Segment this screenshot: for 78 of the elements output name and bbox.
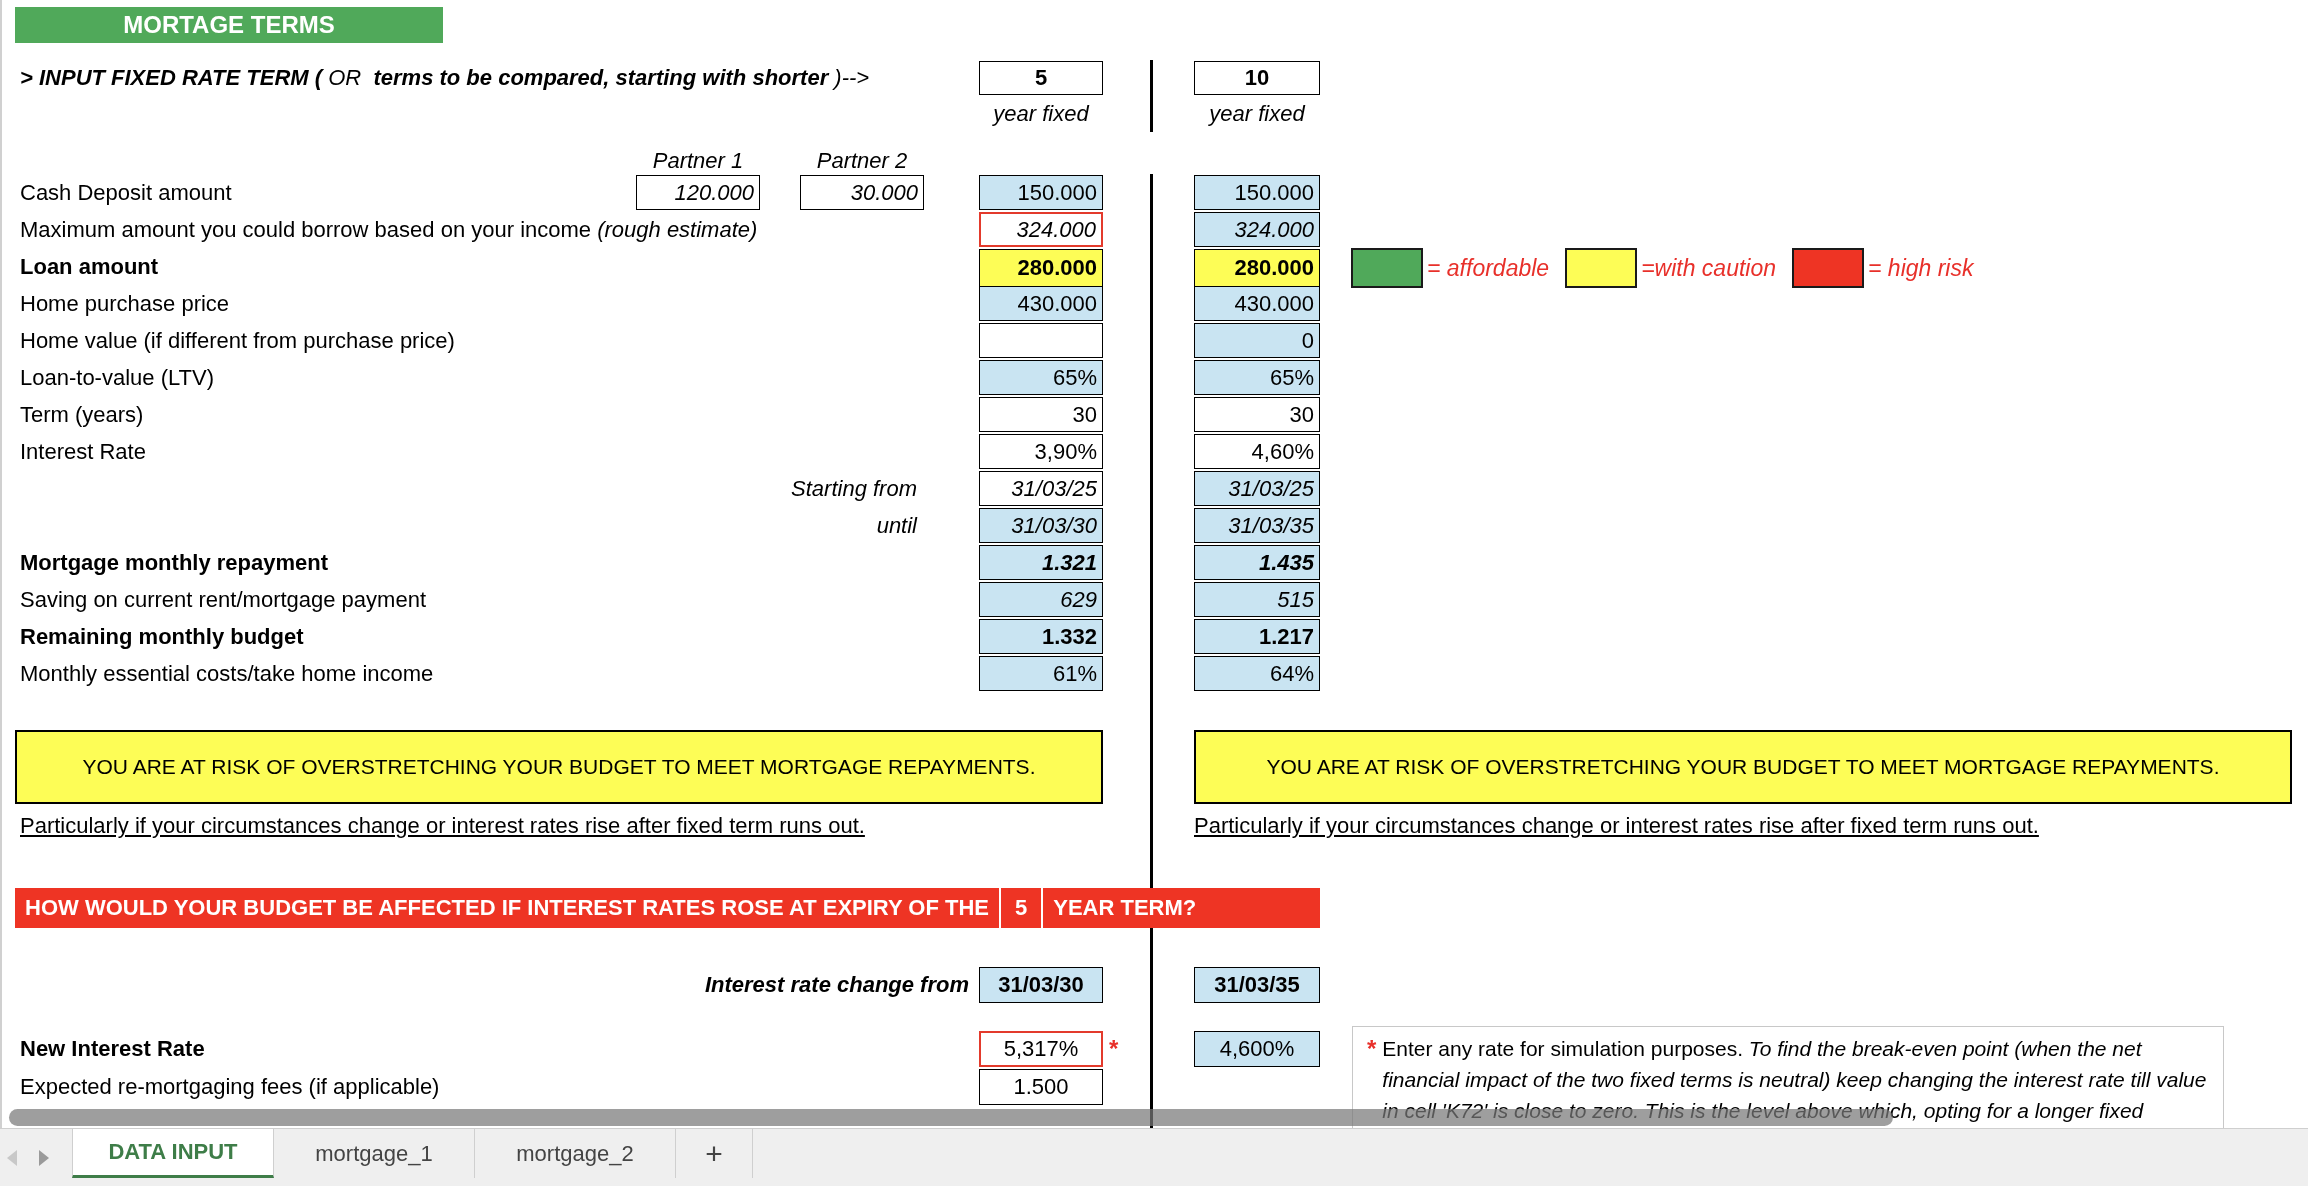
previous-sheet-icon[interactable] — [6, 1149, 18, 1166]
input-cell[interactable]: 31/03/25 — [979, 471, 1103, 506]
value-cell[interactable]: 324.000 — [979, 212, 1103, 247]
sheet-tab[interactable]: mortgage_2 — [475, 1129, 676, 1178]
legend-label: = high risk — [1868, 254, 1974, 282]
value-cell: 31/03/25 — [1194, 471, 1320, 506]
value-cell: 1.321 — [979, 545, 1103, 580]
row-label: Mortgage monthly repayment — [20, 549, 330, 577]
heading-text: HOW WOULD YOUR BUDGET BE AFFECTED IF INTEREST RATES ROSE AT EXPIRY OF THE — [24, 894, 990, 922]
value-cell: 430.000 — [979, 286, 1103, 321]
input-cell[interactable]: 30 — [1194, 397, 1320, 432]
input-cell[interactable] — [979, 323, 1103, 358]
row-label: Starting from — [790, 475, 918, 503]
asterisk-mark: * — [1367, 1034, 1377, 1064]
row-label: until — [875, 512, 919, 540]
value-cell: 280.000 — [979, 249, 1103, 287]
value-cell: 65% — [1194, 360, 1320, 395]
row-label: Cash Deposit amount — [20, 179, 233, 207]
value-cell: 31/03/35 — [1194, 967, 1320, 1003]
note-link[interactable]: Particularly if your circumstances change or interest rates rise after fixed term runs out. — [20, 813, 865, 839]
warning-banner: YOU ARE AT RISK OF OVERSTRETCHING YOUR BUDGET TO MEET MORTGAGE REPAYMENTS. — [1194, 730, 2292, 804]
value-cell: 1.217 — [1194, 619, 1320, 654]
column-label: Partner 1 — [651, 148, 745, 174]
heading-term: 5 — [998, 888, 1044, 928]
row-label: Expected re-mortgaging fees (if applicable) — [20, 1073, 441, 1101]
row-label: Loan-to-value (LTV) — [20, 364, 215, 392]
warning-banner: YOU ARE AT RISK OF OVERSTRETCHING YOUR BUDGET TO MEET MORTGAGE REPAYMENTS. — [15, 730, 1103, 804]
term-caption: year fixed — [1207, 100, 1307, 128]
row-label: Term (years) — [20, 401, 145, 429]
row-label: Interest rate change from — [703, 971, 970, 999]
value-cell: 430.000 — [1194, 286, 1320, 321]
input-cell[interactable]: 1.500 — [979, 1069, 1103, 1105]
row-label: Home purchase price — [20, 290, 231, 318]
value-cell: 1.435 — [1194, 545, 1320, 580]
value-cell: 1.332 — [979, 619, 1103, 654]
input-cell[interactable]: 120.000 — [636, 175, 760, 210]
section-title: MORTAGE TERMS — [15, 7, 443, 43]
term-input[interactable]: 5 — [979, 61, 1103, 95]
row-label: Monthly essential costs/take home income — [20, 660, 435, 688]
row-label: Remaining monthly budget — [20, 623, 305, 651]
value-cell: 150.000 — [1194, 175, 1320, 210]
value-cell: 515 — [1194, 582, 1320, 617]
instruction-text: > INPUT FIXED RATE TERM ( OR terms to be compared, starting with shorter )--> — [20, 64, 871, 92]
column-label: Partner 2 — [815, 148, 909, 174]
row-label: Interest Rate — [20, 438, 147, 466]
value-cell: 31/03/35 — [1194, 508, 1320, 543]
value-cell: 629 — [979, 582, 1103, 617]
asterisk-mark: * — [1109, 1035, 1119, 1063]
input-cell[interactable]: 30.000 — [800, 175, 924, 210]
note-link[interactable]: Particularly if your circumstances change or interest rates rise after fixed term runs out. — [1194, 813, 2039, 839]
row-label: Maximum amount you could borrow based on your income (rough estimate) — [20, 216, 759, 244]
value-cell: 31/03/30 — [979, 967, 1103, 1003]
row-label: Saving on current rent/mortgage payment — [20, 586, 427, 614]
term-input[interactable]: 10 — [1194, 61, 1320, 95]
input-cell[interactable]: 4,60% — [1194, 434, 1320, 469]
value-cell: 0 — [1194, 323, 1320, 358]
value-cell: 324.000 — [1194, 212, 1320, 247]
value-cell: 61% — [979, 656, 1103, 691]
add-sheet-button[interactable]: + — [676, 1129, 753, 1178]
input-cell[interactable]: 3,90% — [979, 434, 1103, 469]
term-caption: year fixed — [991, 100, 1091, 128]
value-cell: 31/03/30 — [979, 508, 1103, 543]
input-cell[interactable]: 30 — [979, 397, 1103, 432]
row-label: New Interest Rate — [20, 1035, 206, 1063]
sheet-tab[interactable]: mortgage_1 — [274, 1129, 475, 1178]
value-cell: 64% — [1194, 656, 1320, 691]
value-cell: 4,600% — [1194, 1031, 1320, 1067]
row-label: Loan amount — [20, 253, 160, 281]
value-cell: 150.000 — [979, 175, 1103, 210]
legend-label: =with caution — [1641, 254, 1776, 282]
legend-label: = affordable — [1427, 254, 1550, 282]
input-cell[interactable]: 5,317% — [979, 1031, 1103, 1067]
sheet-tab[interactable]: DATA INPUT — [72, 1129, 274, 1178]
row-label: Home value (if different from purchase price) — [20, 327, 456, 355]
value-cell: 280.000 — [1194, 249, 1320, 287]
next-sheet-icon[interactable] — [38, 1149, 50, 1166]
heading-text: YEAR TERM? — [1052, 894, 1198, 922]
value-cell: 65% — [979, 360, 1103, 395]
